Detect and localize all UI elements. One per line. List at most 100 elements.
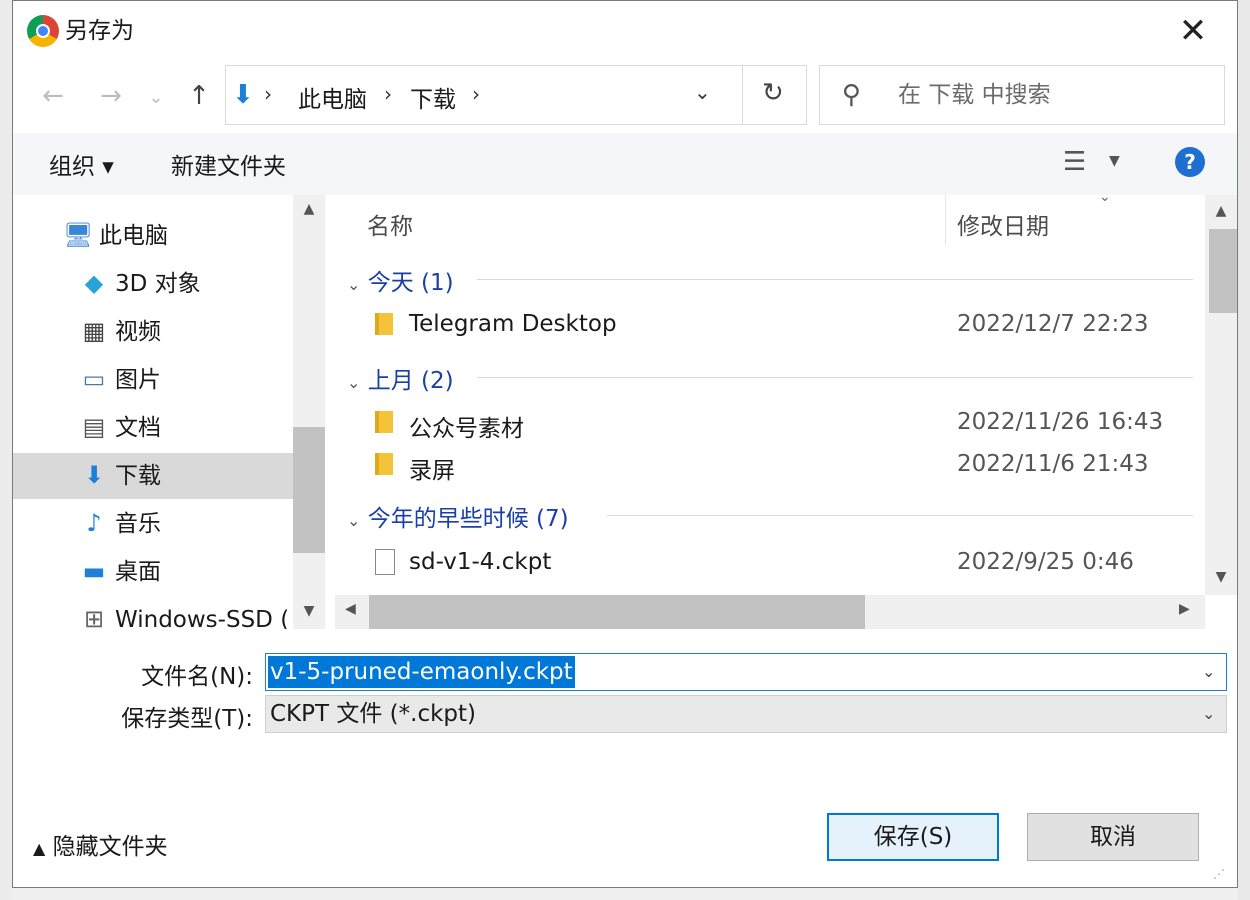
sidebar-item-label: 文档 [115, 415, 161, 441]
cancel-button[interactable]: 取消 [1027, 813, 1199, 861]
filename-input[interactable]: v1-5-pruned-emaonly.ckpt [268, 656, 575, 688]
search-input[interactable] [896, 74, 1220, 116]
filename-combobox[interactable]: v1-5-pruned-emaonly.ckpt ⌄ [265, 653, 1227, 691]
background-window-edge-right [1238, 0, 1250, 900]
file-name: Telegram Desktop [409, 311, 617, 337]
picture-icon: ▭ [82, 365, 106, 393]
sidebar-item-desktop[interactable]: ▬ 桌面 [13, 549, 293, 595]
chevron-down-icon: ⌄ [347, 275, 361, 294]
desktop-icon: ▬ [82, 557, 106, 585]
column-header-name[interactable]: 名称 [367, 207, 413, 241]
sidebar-item-label: 此电脑 [99, 223, 168, 249]
view-options-caret-icon[interactable]: ▼ [1109, 153, 1120, 169]
chrome-icon [27, 15, 59, 47]
folder-icon [375, 313, 393, 335]
file-icon [375, 549, 395, 575]
filetype-value: CKPT 文件 (*.ckpt) [270, 701, 477, 727]
group-divider [477, 377, 1193, 378]
sidebar-scrollbar[interactable]: ▲ ▼ [293, 195, 325, 629]
chevron-down-icon[interactable]: ⌄ [1202, 704, 1215, 723]
sidebar-item-pictures[interactable]: ▭ 图片 [13, 357, 293, 403]
address-bar[interactable]: ⬇ › 此电脑 › 下载 › ⌄ ↻ [225, 65, 807, 125]
sidebar-item-documents[interactable]: ▤ 文档 [13, 405, 293, 451]
list-item[interactable]: Telegram Desktop 2022/12/7 22:23 [335, 307, 1195, 349]
file-list-vertical-scrollbar[interactable]: ▲ ▼ [1205, 195, 1237, 595]
filename-label: 文件名(N): [141, 664, 253, 690]
sidebar-item-downloads[interactable]: ⬇ 下载 [13, 453, 293, 499]
sidebar-item-label: 3D 对象 [115, 271, 201, 297]
scroll-left-icon[interactable]: ◀ [345, 601, 356, 617]
refresh-button[interactable]: ↻ [762, 78, 784, 108]
title-bar: 另存为 ✕ [13, 1, 1237, 61]
recent-locations-button[interactable]: ⌄ [141, 78, 171, 118]
folder-icon [375, 453, 393, 475]
breadcrumb-separator-icon[interactable]: › [472, 82, 480, 106]
breadcrumb-separator-icon[interactable]: › [264, 82, 272, 106]
scroll-up-icon[interactable]: ▲ [1205, 203, 1237, 219]
file-date: 2022/11/26 16:43 [957, 409, 1164, 435]
file-name: 公众号素材 [409, 416, 524, 442]
scroll-down-icon[interactable]: ▼ [1205, 569, 1237, 585]
breadcrumb-separator-icon[interactable]: › [384, 82, 392, 106]
filetype-label: 保存类型(T): [121, 706, 253, 732]
scroll-down-icon[interactable]: ▼ [293, 603, 325, 619]
file-date: 2022/11/6 21:43 [957, 451, 1149, 477]
sidebar-item-3d-objects[interactable]: ◆ 3D 对象 [13, 261, 293, 307]
file-name: 录屏 [409, 458, 455, 484]
navigation-pane: 🖥 此电脑 ◆ 3D 对象 ▦ 视频 ▭ 图片 ▤ 文档 ⬇ 下载 ♪ 音乐 ▬ [13, 195, 325, 629]
search-box[interactable]: ⚲ [819, 65, 1225, 125]
sidebar-item-label: 音乐 [115, 511, 161, 537]
details-view-icon[interactable]: ☰ [1063, 147, 1086, 177]
sidebar-item-this-pc[interactable]: 🖥 此电脑 [13, 213, 293, 259]
scrollbar-thumb[interactable] [369, 595, 865, 629]
sidebar-item-label: 下载 [115, 463, 161, 489]
group-title: 今天 (1) [367, 270, 454, 296]
document-icon: ▤ [82, 413, 106, 441]
column-divider[interactable] [945, 195, 946, 245]
drive-icon: ⊞ [83, 605, 105, 629]
sidebar-item-label: 图片 [115, 367, 161, 393]
scroll-up-icon[interactable]: ▲ [293, 201, 325, 217]
breadcrumb-this-pc[interactable]: 此电脑 [298, 80, 367, 114]
search-icon: ⚲ [842, 80, 862, 110]
new-folder-button[interactable]: 新建文件夹 [171, 147, 286, 181]
group-header-last-month[interactable]: ⌄ 上月 (2) [347, 361, 454, 395]
breadcrumb-downloads[interactable]: 下载 [410, 80, 456, 114]
hide-folders-label: 隐藏文件夹 [52, 834, 168, 860]
sidebar-item-videos[interactable]: ▦ 视频 [13, 309, 293, 355]
list-item[interactable]: 录屏 2022/11/6 21:43 [335, 447, 1195, 489]
group-divider [477, 279, 1193, 280]
list-item[interactable]: 公众号素材 2022/11/26 16:43 [335, 405, 1195, 447]
forward-button[interactable]: → [91, 76, 131, 116]
sidebar-item-label: 桌面 [115, 559, 161, 585]
filetype-select[interactable]: CKPT 文件 (*.ckpt) ⌄ [265, 695, 1227, 733]
column-header-date[interactable]: 修改日期 [957, 207, 1049, 241]
file-list: 名称 修改日期 ⌄ ⌄ 今天 (1) Telegram Desktop 2022… [335, 195, 1237, 629]
file-list-horizontal-scrollbar[interactable]: ◀ ▶ [335, 595, 1205, 629]
group-header-today[interactable]: ⌄ 今天 (1) [347, 263, 454, 297]
organize-button[interactable]: 组织 ▾ [49, 147, 114, 181]
scrollbar-thumb[interactable] [1209, 229, 1237, 313]
up-button[interactable]: ↑ [179, 76, 219, 116]
cube-icon: ◆ [84, 269, 104, 297]
file-date: 2022/12/7 22:23 [957, 311, 1149, 337]
sidebar-item-label: Windows-SSD ( [115, 607, 290, 629]
address-divider [742, 66, 743, 124]
back-button[interactable]: ← [33, 76, 73, 116]
chevron-down-icon[interactable]: ⌄ [694, 80, 711, 104]
scrollbar-thumb[interactable] [293, 427, 325, 553]
scroll-right-icon[interactable]: ▶ [1179, 601, 1190, 617]
sidebar-item-music[interactable]: ♪ 音乐 [13, 501, 293, 547]
hide-folders-toggle[interactable]: ▲ 隐藏文件夹 [33, 827, 168, 861]
resize-grip-icon[interactable]: ⋰ [1213, 867, 1225, 881]
group-header-earlier-this-year[interactable]: ⌄ 今年的早些时候 (7) [347, 499, 569, 533]
sidebar-item-windows-ssd[interactable]: ⊞ Windows-SSD ( [13, 597, 293, 629]
save-button[interactable]: 保存(S) [827, 813, 999, 861]
group-title: 上月 (2) [367, 368, 454, 394]
help-button[interactable]: ? [1175, 147, 1205, 177]
close-button[interactable]: ✕ [1173, 11, 1213, 51]
music-icon: ♪ [86, 509, 102, 537]
sidebar-item-label: 视频 [115, 319, 161, 345]
chevron-down-icon[interactable]: ⌄ [1202, 662, 1215, 681]
list-item[interactable]: sd-v1-4.ckpt 2022/9/25 0:46 [335, 545, 1195, 587]
